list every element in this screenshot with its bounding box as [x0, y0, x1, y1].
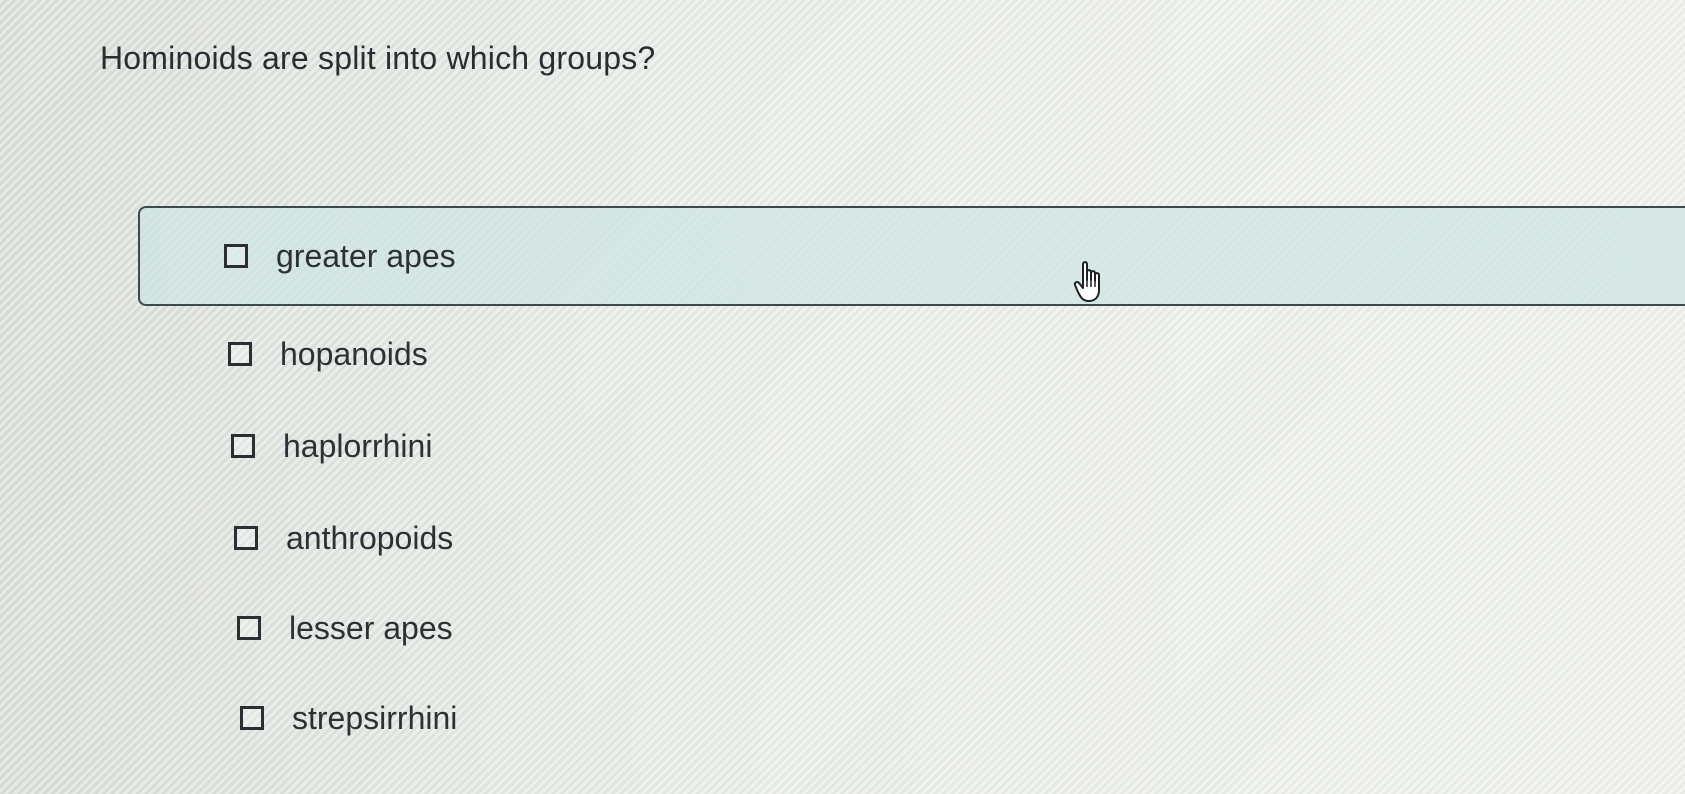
option-label: anthropoids: [286, 519, 454, 556]
option-haplorrhini[interactable]: haplorrhini: [231, 416, 432, 476]
checkbox-icon[interactable]: [240, 706, 264, 730]
checkbox-icon[interactable]: [224, 244, 248, 268]
checkbox-icon[interactable]: [237, 616, 261, 640]
hand-pointer-icon: [1073, 261, 1100, 302]
option-strepsirrhini[interactable]: strepsirrhini: [240, 688, 457, 748]
option-label: hopanoids: [280, 335, 428, 372]
option-label: strepsirrhini: [292, 699, 458, 736]
option-label: greater apes: [276, 237, 456, 274]
checkbox-icon[interactable]: [234, 526, 258, 550]
checkbox-icon[interactable]: [228, 342, 252, 366]
option-label: lesser apes: [289, 609, 453, 646]
answer-options-list: greater apes hopanoids haplorrhini anthr…: [0, 0, 1685, 794]
option-label: haplorrhini: [283, 427, 433, 464]
option-hopanoids[interactable]: hopanoids: [228, 324, 428, 384]
checkbox-icon[interactable]: [231, 434, 255, 458]
option-anthropoids[interactable]: anthropoids: [234, 508, 453, 568]
option-lesser-apes[interactable]: lesser apes: [237, 598, 453, 658]
option-greater-apes[interactable]: greater apes: [138, 206, 1685, 306]
